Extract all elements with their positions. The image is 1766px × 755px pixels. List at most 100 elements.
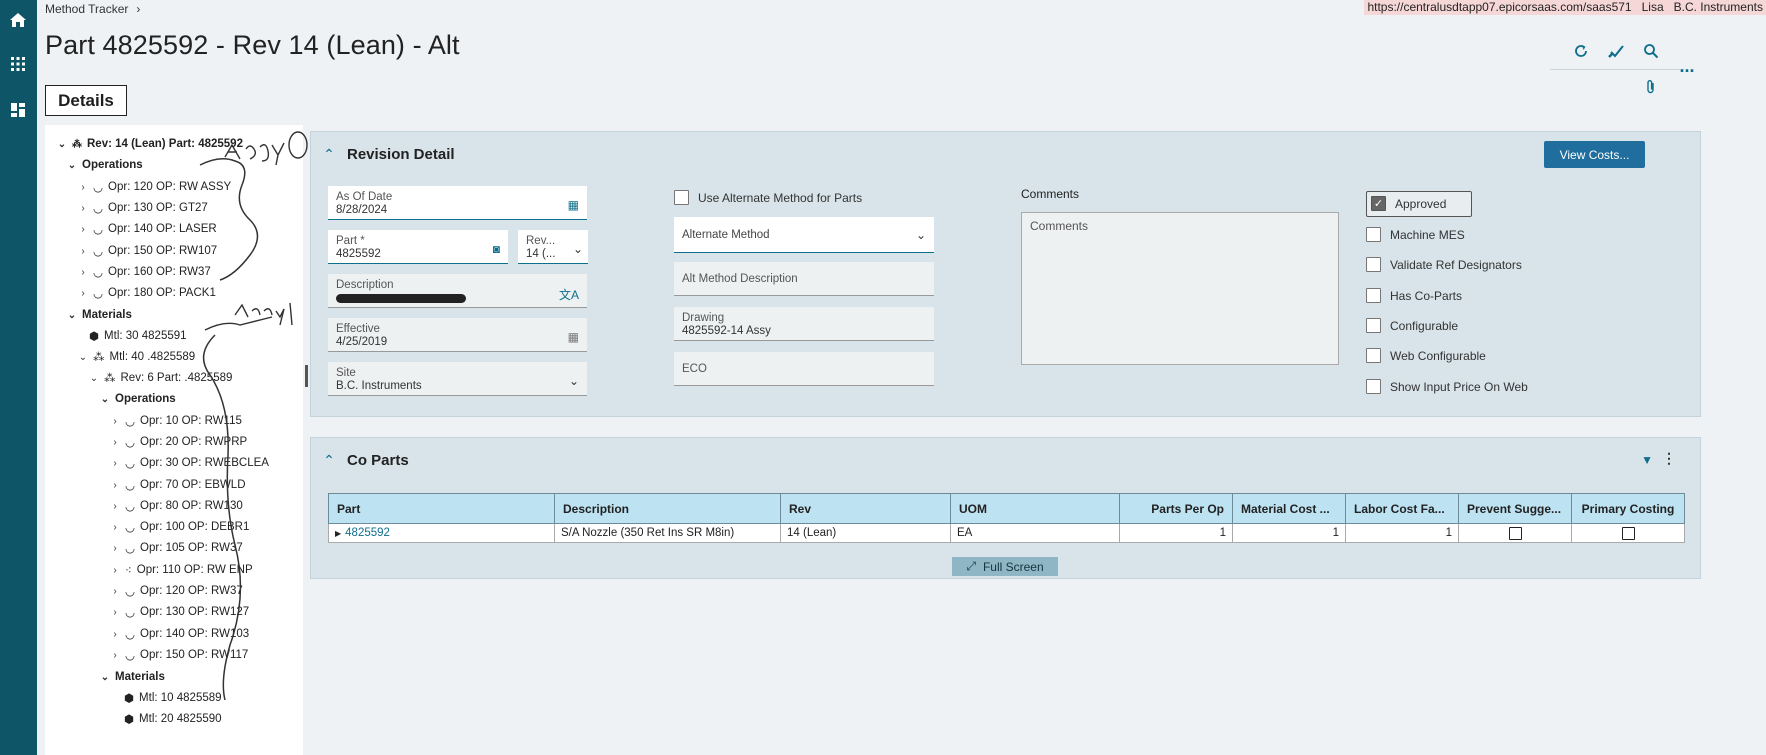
column-header-prevent[interactable]: Prevent Sugge... [1458,493,1572,524]
chevron-right-icon[interactable]: › [110,458,120,469]
has-co-parts-checkbox[interactable]: Has Co-Parts [1366,288,1462,303]
tree-sub-revision[interactable]: ⌄ ⁂ Rev: 6 Part: .4825589 [89,369,233,387]
dashboard-icon[interactable] [6,98,30,122]
checkbox-box[interactable] [1366,318,1381,333]
chevron-right-icon[interactable]: › [110,650,120,661]
tree-sub-operations-group[interactable]: ⌄ Operations [100,390,176,408]
search-icon[interactable] [1640,40,1662,62]
part-field[interactable]: Part * 4825592 ◙ [328,230,508,264]
tree-operations-group[interactable]: ⌄ Operations [67,156,143,174]
chevron-right-icon[interactable]: › [78,288,88,299]
machine-mes-checkbox[interactable]: Machine MES [1366,227,1465,242]
eco-field[interactable]: ECO [674,352,934,386]
table-row[interactable]: ▶ 4825592 S/A Nozzle (350 Ret Ins SR M8in… [328,523,1685,543]
tree-operation[interactable]: › ◡ Opr: 180 OP: PACK1 [78,284,216,302]
tree-material[interactable]: ⬢ Mtl: 30 4825591 [89,327,187,345]
cell-rev[interactable]: 14 (Lean) [780,523,951,543]
chevron-down-icon[interactable]: ⌄ [916,228,926,242]
filter-icon[interactable]: ▼ [1641,453,1653,467]
checkbox-box[interactable] [1366,227,1381,242]
chevron-right-icon[interactable]: › [78,246,88,257]
site-dropdown[interactable]: Site B.C. Instruments ⌄ [328,362,587,396]
tree-material[interactable]: ⬢ Mtl: 20 4825590 [124,710,222,728]
full-screen-button[interactable]: ⤢ Full Screen [952,557,1058,576]
cell-primary-costing[interactable] [1571,523,1685,543]
chevron-right-icon[interactable]: › [78,267,88,278]
tree-operation[interactable]: › ◡ Opr: 80 OP: RW130 [110,497,242,515]
tree-operation[interactable]: › ◡ Opr: 140 OP: LASER [78,220,216,238]
chevron-right-icon[interactable]: › [110,607,120,618]
tree-operation[interactable]: › ◡ Opr: 150 OP: RW107 [78,242,217,260]
alternate-method-dropdown[interactable]: Alternate Method ⌄ [674,217,934,253]
tree-operation[interactable]: › ◡ Opr: 20 OP: RWPRP [110,433,247,451]
description-field[interactable]: Description 文A [328,274,587,308]
kebab-menu-icon[interactable]: ⋮ [1662,450,1676,467]
translate-icon[interactable]: 文A [559,286,579,303]
chevron-right-icon[interactable]: › [78,182,88,193]
tree-material[interactable]: ⬢ Mtl: 10 4825589 [124,689,222,707]
calendar-icon[interactable]: ▦ [568,198,579,212]
chevron-down-icon[interactable]: ⌄ [67,160,77,171]
checkbox-box[interactable] [1366,348,1381,363]
as-of-date-field[interactable]: As Of Date 8/28/2024 ▦ [328,186,587,220]
cell-description[interactable]: S/A Nozzle (350 Ret Ins SR M8in) [554,523,781,543]
tree-operation[interactable]: › ⁖ Opr: 110 OP: RW ENP [110,561,252,579]
calendar-icon[interactable]: ▦ [568,330,579,344]
approved-checkbox[interactable]: ✓ Approved [1371,196,1446,211]
validate-ref-designators-checkbox[interactable]: Validate Ref Designators [1366,257,1522,272]
chevron-right-icon[interactable]: › [110,543,120,554]
chevron-down-icon[interactable]: ⌄ [89,373,99,384]
column-header-rev[interactable]: Rev [780,493,951,524]
checkbox-box[interactable] [674,190,689,205]
more-icon[interactable]: ... [1676,55,1698,77]
checkmark-icon[interactable]: ✓ [1371,196,1386,211]
chevron-right-icon[interactable]: › [110,480,120,491]
tree-operation[interactable]: › ◡ Opr: 10 OP: RW115 [110,412,242,430]
tree-operation[interactable]: › ◡ Opr: 100 OP: DEBR1 [110,518,249,536]
column-header-labor-cost[interactable]: Labor Cost Fa... [1345,493,1459,524]
chevron-right-icon[interactable]: › [110,586,120,597]
user-name[interactable]: Lisa [1642,0,1664,15]
column-header-description[interactable]: Description [554,493,781,524]
tree-root[interactable]: ⌄ ⁂ Rev: 14 (Lean) Part: 4825592 [57,135,243,153]
column-header-material-cost[interactable]: Material Cost ... [1232,493,1346,524]
company-name[interactable]: B.C. Instruments [1674,0,1763,15]
alt-method-description-field[interactable]: Alt Method Description [674,262,934,296]
tree-operation[interactable]: › ◡ Opr: 130 OP: RW127 [110,603,249,621]
tree-materials-group[interactable]: ⌄ Materials [67,306,132,324]
chevron-down-icon[interactable]: ⌄ [100,394,110,405]
tree-operation[interactable]: › ◡ Opr: 120 OP: RW37 [110,582,242,600]
configurable-checkbox[interactable]: Configurable [1366,318,1458,333]
checkbox-box[interactable] [1366,288,1381,303]
chevron-right-icon[interactable]: › [110,522,120,533]
tree-operation[interactable]: › ◡ Opr: 70 OP: EBWLD [110,476,245,494]
cell-part[interactable]: ▶ 4825592 [328,523,555,543]
tree-operation[interactable]: › ◡ Opr: 130 OP: GT27 [78,199,207,217]
drawing-field[interactable]: Drawing 4825592-14 Assy [674,307,934,341]
cell-uom[interactable]: EA [950,523,1120,543]
refresh-icon[interactable] [1570,40,1592,62]
cell-material-cost[interactable]: 1 [1232,523,1346,543]
comments-textarea[interactable]: Comments [1021,212,1339,365]
tree-sub-materials-group[interactable]: ⌄ Materials [100,668,165,686]
show-input-price-checkbox[interactable]: Show Input Price On Web [1366,379,1528,394]
checkbox-box[interactable] [1366,379,1381,394]
cell-prevent[interactable] [1458,523,1572,543]
revision-detail-header[interactable]: ⌃ Revision Detail [311,132,1700,176]
chevron-right-icon[interactable]: › [110,629,120,640]
chevron-right-icon[interactable]: › [110,416,120,427]
web-configurable-checkbox[interactable]: Web Configurable [1366,348,1486,363]
chevron-down-icon[interactable]: ⌄ [569,374,579,388]
co-parts-header[interactable]: ⌃ Co Parts [311,438,1700,482]
column-header-part[interactable]: Part [328,493,555,524]
chevron-right-icon[interactable]: › [78,203,88,214]
chevron-down-icon[interactable]: ⌄ [57,139,67,150]
tree-operation[interactable]: › ◡ Opr: 105 OP: RW37 [110,539,242,557]
chevron-right-icon[interactable]: › [110,437,120,448]
cell-parts-per-op[interactable]: 1 [1119,523,1233,543]
tree-operation[interactable]: › ◡ Opr: 150 OP: RW117 [110,646,248,664]
tree-operation[interactable]: › ◡ Opr: 30 OP: RWEBCLEA [110,454,269,472]
tree-operation[interactable]: › ◡ Opr: 160 OP: RW37 [78,263,210,281]
home-icon[interactable] [6,8,30,32]
clear-icon[interactable] [1605,40,1627,62]
